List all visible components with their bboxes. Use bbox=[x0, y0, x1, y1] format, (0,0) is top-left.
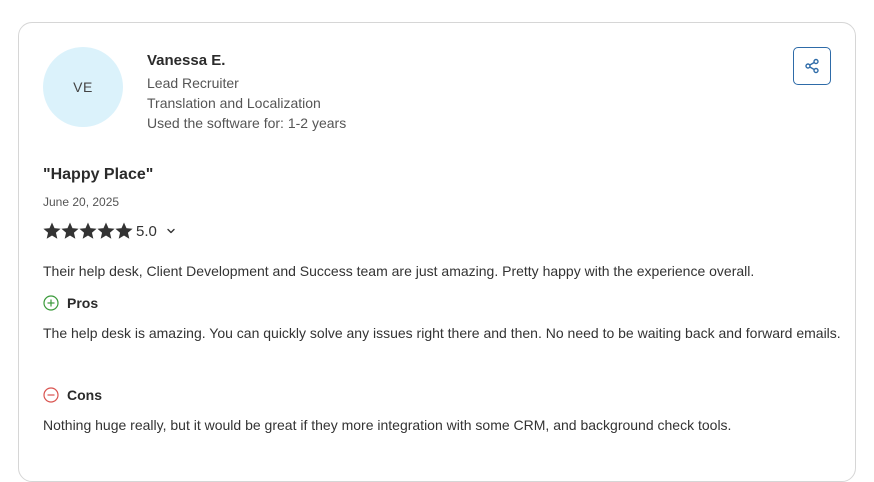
avatar: VE bbox=[43, 47, 123, 127]
review-title: "Happy Place" bbox=[43, 166, 154, 183]
reviewer-info: Vanessa E. Lead Recruiter Translation an… bbox=[147, 51, 346, 133]
minus-circle-icon bbox=[43, 387, 59, 403]
reviewer-role: Lead Recruiter bbox=[147, 75, 239, 91]
cons-label: Cons bbox=[67, 387, 102, 403]
review-summary: Their help desk, Client Development and … bbox=[43, 263, 755, 279]
cons-heading: Cons bbox=[43, 387, 102, 403]
star-icon bbox=[43, 222, 61, 239]
cons-text: Nothing huge really, but it would be gre… bbox=[43, 417, 732, 433]
star-rating bbox=[43, 222, 133, 240]
star-icon bbox=[115, 222, 133, 239]
chevron-down-icon bbox=[167, 228, 175, 234]
pros-text: The help desk is amazing. You can quickl… bbox=[43, 325, 841, 341]
rating-value: 5.0 bbox=[136, 222, 157, 240]
reviewer-industry: Translation and Localization bbox=[147, 95, 321, 111]
reviewer-name: Vanessa E. bbox=[147, 52, 226, 69]
star-icon bbox=[61, 222, 79, 239]
reviewer-usage: Used the software for: 1-2 years bbox=[147, 115, 347, 131]
pros-label: Pros bbox=[67, 295, 99, 311]
share-button[interactable] bbox=[793, 47, 831, 85]
rating: 5.0 bbox=[43, 222, 177, 240]
star-icon bbox=[79, 222, 97, 239]
rating-details-toggle[interactable] bbox=[165, 225, 177, 237]
avatar-initials: VE bbox=[73, 79, 93, 95]
review-card: VE Vanessa E. Lead Recruiter Translation… bbox=[18, 22, 856, 482]
pros-heading: Pros bbox=[43, 295, 98, 311]
star-icon bbox=[97, 222, 115, 239]
plus-circle-icon bbox=[43, 295, 59, 311]
share-icon bbox=[805, 58, 819, 74]
review-date: June 20, 2025 bbox=[43, 195, 120, 209]
